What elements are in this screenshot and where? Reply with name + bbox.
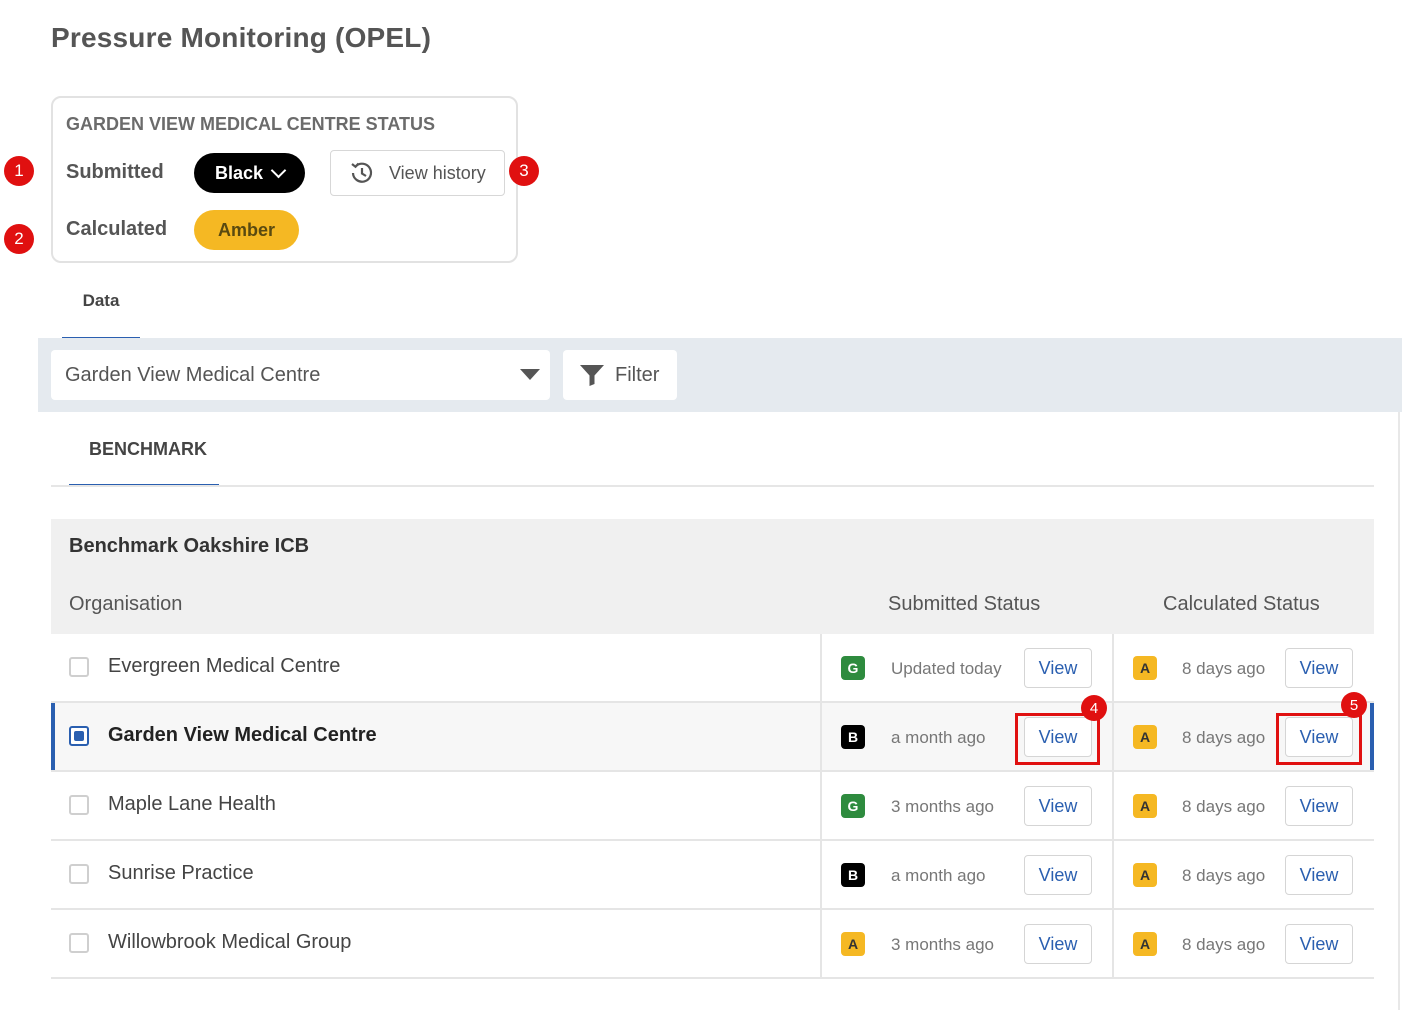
row-checkbox[interactable] <box>69 795 89 815</box>
organisation-select[interactable]: Garden View Medical Centre <box>51 350 550 400</box>
panel-border <box>1398 412 1400 1010</box>
organisation-name: Evergreen Medical Centre <box>108 655 341 677</box>
highlight-box <box>1276 713 1362 765</box>
submitted-label: Submitted <box>66 161 164 183</box>
table-row-selected[interactable]: Garden View Medical Centre B a month ago… <box>51 703 1374 772</box>
tabs-divider <box>51 485 1374 487</box>
calculated-updated: 8 days ago <box>1182 797 1266 816</box>
calculated-view-button[interactable]: View <box>1285 786 1353 826</box>
submitted-view-button[interactable]: View <box>1024 855 1092 895</box>
caret-down-icon[interactable] <box>520 369 540 380</box>
submitted-view-button[interactable]: View <box>1024 786 1092 826</box>
submitted-view-button[interactable]: View <box>1024 648 1092 688</box>
column-divider <box>820 634 822 701</box>
column-divider <box>1112 634 1114 701</box>
annotation-marker-1: 1 <box>4 156 34 186</box>
submitted-updated: a month ago <box>891 866 986 885</box>
organisation-select-value: Garden View Medical Centre <box>65 363 321 386</box>
submitted-updated: a month ago <box>891 728 986 747</box>
submitted-status-dropdown[interactable]: Black <box>194 153 305 193</box>
column-header-submitted-status: Submitted Status <box>888 593 1041 615</box>
filter-icon <box>580 365 604 386</box>
view-history-button[interactable]: View history <box>330 150 505 196</box>
submitted-updated: Updated today <box>891 659 1002 678</box>
calculated-status-badge: Amber <box>194 210 299 250</box>
submitted-status-badge: A <box>841 932 865 956</box>
row-checkbox[interactable] <box>69 726 89 746</box>
calculated-status-badge: A <box>1133 656 1157 680</box>
table-row[interactable]: Evergreen Medical Centre G Updated today… <box>51 634 1374 703</box>
view-history-label: View history <box>389 162 486 183</box>
organisation-name: Sunrise Practice <box>108 862 254 884</box>
submitted-status-badge: B <box>841 863 865 887</box>
calculated-updated: 8 days ago <box>1182 866 1266 885</box>
highlight-box <box>1015 713 1100 765</box>
column-divider <box>820 772 822 839</box>
column-divider <box>1112 910 1114 977</box>
tab-benchmark[interactable]: BENCHMARK <box>69 425 219 487</box>
table-row[interactable]: Willowbrook Medical Group A 3 months ago… <box>51 910 1374 979</box>
calculated-view-button[interactable]: View <box>1285 648 1353 688</box>
organisation-name: Willowbrook Medical Group <box>108 931 352 953</box>
chevron-down-icon <box>270 162 287 178</box>
calculated-view-button[interactable]: View <box>1285 924 1353 964</box>
calculated-status-badge: A <box>1133 932 1157 956</box>
row-checkbox[interactable] <box>69 657 89 677</box>
row-checkbox[interactable] <box>69 933 89 953</box>
column-divider <box>1112 703 1114 770</box>
calculated-status-badge: A <box>1133 863 1157 887</box>
row-checkbox[interactable] <box>69 864 89 884</box>
column-divider <box>820 703 822 770</box>
history-icon <box>351 162 373 183</box>
column-divider <box>820 841 822 908</box>
table-row[interactable]: Maple Lane Health G 3 months ago View A … <box>51 772 1374 841</box>
annotation-marker-4: 4 <box>1081 695 1107 721</box>
tab-data[interactable]: Data <box>62 283 140 340</box>
calculated-updated: 8 days ago <box>1182 659 1266 678</box>
submitted-status-value: Black <box>214 162 264 183</box>
status-card-title: GARDEN VIEW MEDICAL CENTRE STATUS <box>66 114 436 134</box>
column-divider <box>820 910 822 977</box>
submitted-status-badge: G <box>841 656 865 680</box>
column-divider <box>1112 841 1114 908</box>
calculated-status-badge: A <box>1133 725 1157 749</box>
calculated-view-button[interactable]: View <box>1285 855 1353 895</box>
annotation-marker-3: 3 <box>509 156 539 186</box>
submitted-updated: 3 months ago <box>891 797 995 816</box>
table-row[interactable]: Sunrise Practice B a month ago View A 8 … <box>51 841 1374 910</box>
page-title: Pressure Monitoring (OPEL) <box>51 22 432 53</box>
submitted-updated: 3 months ago <box>891 935 995 954</box>
column-header-organisation: Organisation <box>69 593 183 615</box>
column-divider <box>1112 772 1114 839</box>
filter-button[interactable]: Filter <box>563 350 677 400</box>
table-caption: Benchmark Oakshire ICB <box>69 535 310 557</box>
calculated-label: Calculated <box>66 218 168 240</box>
submitted-status-badge: B <box>841 725 865 749</box>
filter-label: Filter <box>615 363 660 386</box>
organisation-name: Maple Lane Health <box>108 793 276 815</box>
column-header-calculated-status: Calculated Status <box>1163 593 1320 615</box>
calculated-updated: 8 days ago <box>1182 935 1266 954</box>
submitted-status-badge: G <box>841 794 865 818</box>
submitted-view-button[interactable]: View <box>1024 924 1092 964</box>
calculated-status-value: Amber <box>217 219 275 240</box>
organisation-name: Garden View Medical Centre <box>108 724 377 746</box>
calculated-status-badge: A <box>1133 794 1157 818</box>
annotation-marker-2: 2 <box>4 224 34 254</box>
calculated-updated: 8 days ago <box>1182 728 1266 747</box>
annotation-marker-5: 5 <box>1341 692 1367 718</box>
